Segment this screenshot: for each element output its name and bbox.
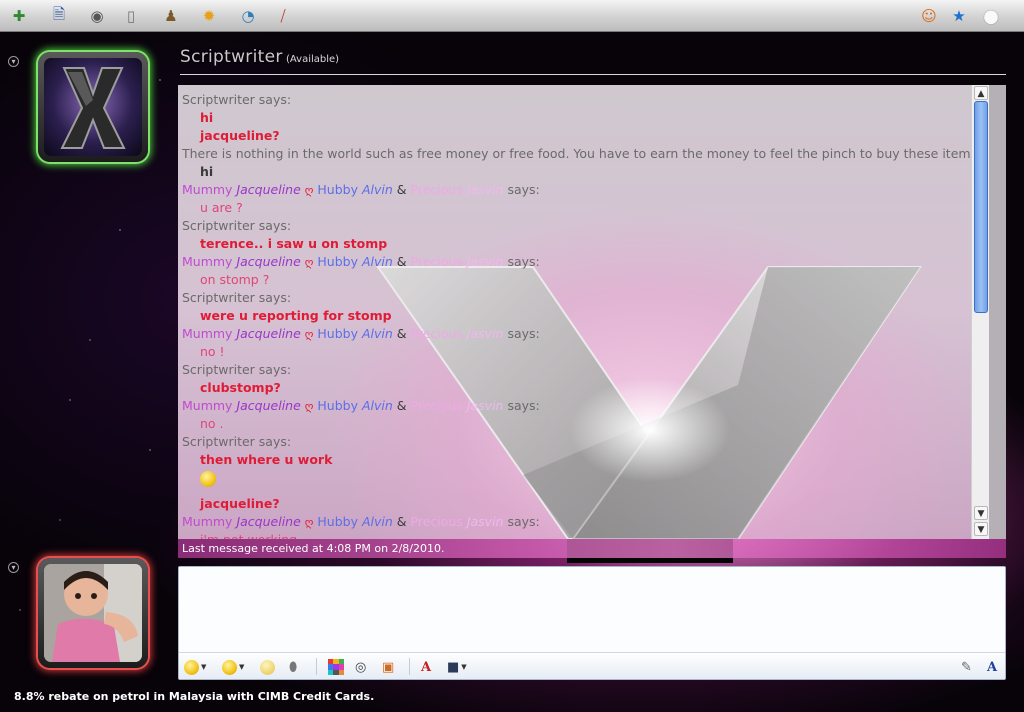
self-avatar	[44, 564, 142, 662]
self-avatar-frame[interactable]	[38, 558, 148, 668]
sender-line: Mummy Jacqueline ღ Hubby Alvin & Preciou…	[182, 398, 540, 413]
chevron-down-icon: ▼	[461, 663, 467, 671]
nudge-smile-icon	[260, 659, 275, 675]
conversation-pane[interactable]: Scriptwriter says: hi jacqueline? There …	[178, 85, 971, 539]
collapse-contact-toggle[interactable]: ▾	[8, 56, 19, 67]
text-mode-icon: A	[987, 659, 998, 675]
emoticon-button[interactable]: ▼	[184, 658, 206, 676]
send-file-icon[interactable]: 🗎	[48, 5, 70, 27]
ink-button[interactable]: ■ ▼	[447, 658, 467, 676]
nudge-smile-button[interactable]	[260, 658, 275, 676]
font-icon: A	[421, 659, 432, 675]
advertisement-link[interactable]: 8.8% rebate on petrol in Malaysia with C…	[14, 690, 374, 703]
contact-avatar	[44, 58, 142, 156]
phone-icon[interactable]: ▯	[120, 5, 142, 27]
scroll-thumb[interactable]	[974, 101, 988, 313]
handwriting-icon: ✎	[961, 659, 972, 675]
composer-toolbar: ▼ ▼ ⬮ ◎ ▣ A ■ ▼ ✎ A	[179, 652, 1005, 679]
message-text: hi	[200, 110, 214, 125]
handwriting-button[interactable]: ✎	[961, 658, 972, 676]
x-logo-icon	[60, 67, 126, 149]
message-text: clubstomp?	[200, 380, 281, 395]
sender-line: Scriptwriter says:	[182, 218, 292, 233]
contact-name: Scriptwriter	[180, 47, 283, 67]
backgrounds-button[interactable]	[328, 658, 344, 676]
contact-avatar-frame[interactable]	[38, 52, 148, 162]
block-icon[interactable]: ⧸	[272, 5, 294, 27]
activities-icon[interactable]: ✹	[198, 5, 220, 27]
message-text: jacqueline?	[200, 128, 280, 143]
font-button[interactable]: A	[421, 658, 431, 676]
scroll-down-arrow-icon[interactable]: ▼	[974, 506, 988, 520]
wink-emoticon-icon	[200, 471, 216, 487]
sender-line: Mummy Jacqueline ღ Hubby Alvin & Preciou…	[182, 514, 540, 529]
send-gift-icon: ▣	[382, 659, 395, 675]
message-text: hi	[200, 164, 214, 179]
games-icon[interactable]: ♟	[160, 5, 182, 27]
baby-photo-icon	[44, 564, 142, 662]
message-text: no .	[200, 416, 224, 431]
wink-animation-icon: ◎	[355, 659, 367, 675]
backgrounds-icon	[328, 659, 344, 675]
chevron-down-icon: ▼	[239, 663, 245, 671]
sender-line: Scriptwriter says:	[182, 434, 292, 449]
sender-line: Scriptwriter says:	[182, 290, 292, 305]
message-text: terence.. i saw u on stomp	[200, 236, 388, 251]
sender-line: There is nothing in the world such as fr…	[182, 146, 971, 161]
header-divider	[180, 74, 1006, 75]
scroll-up-arrow-icon[interactable]: ▲	[974, 86, 988, 100]
message-text: u are ?	[200, 200, 243, 215]
message-text: then where u work	[200, 452, 333, 467]
send-gift-button[interactable]: ▣	[382, 658, 394, 676]
sender-line: Scriptwriter says:	[182, 92, 292, 107]
wink-emoticon-button[interactable]: ▼	[222, 658, 244, 676]
wink-icon[interactable]: ☺	[918, 5, 940, 27]
ink-icon: ■	[447, 659, 460, 675]
toolbar-divider	[409, 658, 410, 675]
sender-line: Scriptwriter says:	[182, 362, 292, 377]
wink-emoticon-icon	[222, 659, 237, 675]
message-text: no !	[200, 344, 225, 359]
sender-line: Mummy Jacqueline ღ Hubby Alvin & Preciou…	[182, 326, 540, 341]
toolbar-divider	[316, 658, 317, 675]
message-text: jacqueline?	[200, 496, 280, 511]
text-mode-button[interactable]: A	[987, 658, 997, 676]
sharing-folder-icon[interactable]: ◔	[237, 5, 259, 27]
voice-clip-button[interactable]: ⬮	[289, 658, 297, 676]
wink-animation-button[interactable]: ◎	[355, 658, 366, 676]
message-emoticon-row	[182, 469, 965, 495]
message-text: were u reporting for stomp	[200, 308, 392, 323]
voice-clip-icon: ⬮	[289, 659, 298, 675]
scroll-end-arrow-icon[interactable]: ▼	[974, 522, 988, 536]
top-toolbar: ✚ 🗎 ◉ ▯ ♟ ✹ ◔ ⧸ ☺ ★ ●	[0, 0, 1024, 32]
message-text: i'm not working	[182, 531, 965, 539]
contact-status: (Available)	[286, 54, 340, 65]
webcam-icon[interactable]: ◉	[86, 5, 108, 27]
sender-line: Mummy Jacqueline ღ Hubby Alvin & Preciou…	[182, 182, 540, 197]
add-contact-icon[interactable]: ✚	[8, 5, 30, 27]
message-input[interactable]	[179, 567, 1005, 653]
collapse-self-toggle[interactable]: ▾	[8, 562, 19, 573]
last-message-status: Last message received at 4:08 PM on 2/8/…	[178, 539, 1006, 558]
message-text: on stomp ?	[200, 272, 270, 287]
message-list: Scriptwriter says: hi jacqueline? There …	[182, 91, 971, 539]
nudge-icon[interactable]: ★	[948, 5, 970, 27]
chevron-down-icon: ▼	[201, 663, 207, 671]
emoticon-icon	[184, 659, 199, 675]
message-composer: ▼ ▼ ⬮ ◎ ▣ A ■ ▼ ✎ A	[178, 566, 1006, 680]
sender-line: Mummy Jacqueline ღ Hubby Alvin & Preciou…	[182, 254, 540, 269]
conversation-scrollbar[interactable]: ▲ ▼ ▼	[971, 85, 989, 539]
conversation-side-panel	[989, 85, 1006, 539]
apple-menu-icon[interactable]: ●	[980, 5, 1002, 27]
